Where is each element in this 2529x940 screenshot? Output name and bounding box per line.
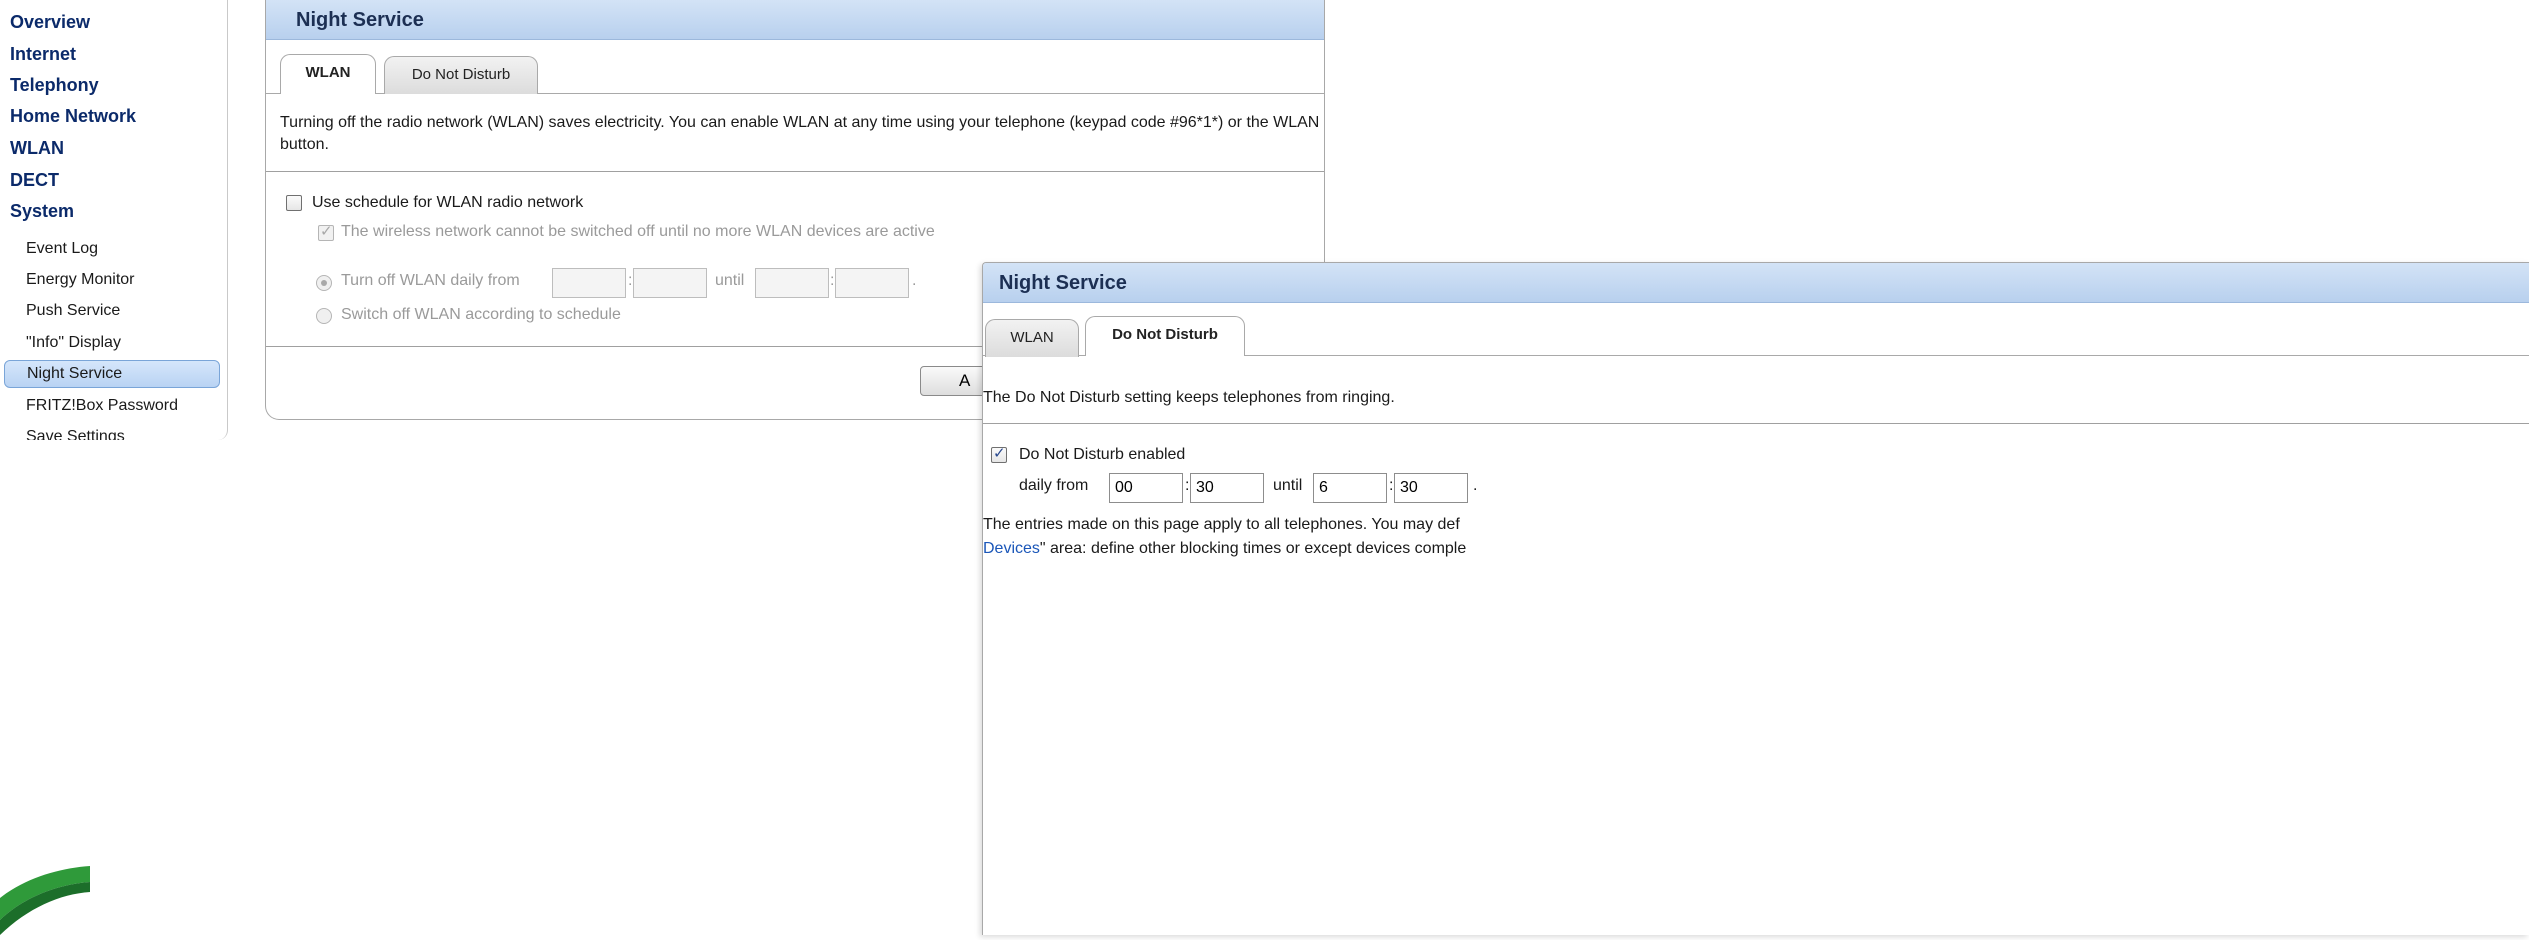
nav-sub-night-service[interactable]: Night Service — [4, 360, 220, 388]
devices-link[interactable]: Devices — [983, 540, 1040, 557]
tab-do-not-disturb[interactable]: Do Not Disturb — [1085, 316, 1245, 356]
divider — [266, 171, 1324, 172]
nav-item-dect[interactable]: DECT — [10, 170, 59, 191]
wireless-note-label: The wireless network cannot be switched … — [341, 223, 935, 240]
dnd-enabled-label: Do Not Disturb enabled — [1019, 446, 1186, 463]
wlan-description: Turning off the radio network (WLAN) sav… — [280, 114, 1320, 153]
daily-from-label: daily from — [1019, 477, 1089, 494]
dnd-from-minute-input[interactable] — [1190, 473, 1264, 503]
nav-sub-fritzbox-password[interactable]: FRITZ!Box Password — [4, 392, 220, 420]
time-separator: : — [1389, 477, 1394, 494]
tab-do-not-disturb[interactable]: Do Not Disturb — [384, 56, 538, 94]
end-dot: . — [1473, 477, 1478, 494]
daily-off-radio[interactable] — [316, 275, 332, 291]
until-label: until — [715, 272, 745, 289]
wlan-from-hour-input[interactable] — [552, 268, 626, 298]
wlan-until-hour-input[interactable] — [755, 268, 829, 298]
end-dot: . — [912, 272, 917, 289]
dnd-note-line1: The entries made on this page apply to a… — [983, 516, 1460, 533]
schedule-label: Switch off WLAN according to schedule — [341, 306, 621, 323]
panel-title: Night Service — [266, 0, 1324, 40]
wlan-from-minute-input[interactable] — [633, 268, 707, 298]
dnd-enabled-checkbox[interactable]: ✓ — [991, 445, 1007, 463]
tab-wlan[interactable]: WLAN — [985, 319, 1079, 357]
brand-logo-fragment — [0, 858, 90, 935]
nav-item-telephony[interactable]: Telephony — [10, 75, 99, 96]
radio-selected-dot — [321, 280, 327, 286]
dnd-from-hour-input[interactable] — [1109, 473, 1183, 503]
nav-sub-energy-monitor[interactable]: Energy Monitor — [4, 266, 220, 294]
sidebar-navigation: Overview Internet Telephony Home Network… — [0, 0, 228, 440]
nav-item-internet[interactable]: Internet — [10, 44, 76, 65]
tab-wlan[interactable]: WLAN — [280, 54, 376, 94]
panel-title: Night Service — [983, 263, 2529, 303]
use-schedule-label: Use schedule for WLAN radio network — [312, 194, 584, 211]
dnd-note-line2: Devices" area: define other blocking tim… — [983, 540, 1466, 558]
nav-sub-info-display[interactable]: "Info" Display — [4, 329, 220, 357]
dnd-until-minute-input[interactable] — [1394, 473, 1468, 503]
nav-item-home-network[interactable]: Home Network — [10, 106, 136, 127]
wireless-note-checkbox[interactable]: ✓ — [318, 223, 334, 241]
checkmark-icon: ✓ — [320, 223, 333, 240]
time-separator: : — [830, 272, 835, 289]
nav-sub-event-log[interactable]: Event Log — [4, 235, 220, 263]
night-service-dnd-panel: Night Service WLAN Do Not Disturb The Do… — [982, 262, 2529, 935]
dnd-note-line2-text: " area: define other blocking times or e… — [1039, 540, 1467, 557]
wlan-until-minute-input[interactable] — [835, 268, 909, 298]
schedule-radio[interactable] — [316, 308, 332, 324]
dnd-until-hour-input[interactable] — [1313, 473, 1387, 503]
swoosh-icon — [0, 866, 90, 935]
time-separator: : — [1185, 477, 1190, 494]
dnd-description: The Do Not Disturb setting keeps telepho… — [983, 389, 1395, 406]
use-schedule-checkbox[interactable] — [286, 195, 302, 211]
checkmark-icon: ✓ — [993, 445, 1006, 462]
daily-off-label: Turn off WLAN daily from — [341, 272, 520, 289]
nav-sub-push-service[interactable]: Push Service — [4, 297, 220, 325]
apply-button[interactable]: A — [920, 366, 990, 396]
nav-sub-save-settings[interactable]: Save Settings — [4, 423, 220, 440]
nav-item-system[interactable]: System — [10, 201, 74, 222]
until-label: until — [1273, 477, 1303, 494]
time-separator: : — [628, 272, 633, 289]
nav-item-wlan[interactable]: WLAN — [10, 138, 64, 159]
divider — [983, 423, 2529, 424]
nav-item-overview[interactable]: Overview — [10, 12, 90, 33]
